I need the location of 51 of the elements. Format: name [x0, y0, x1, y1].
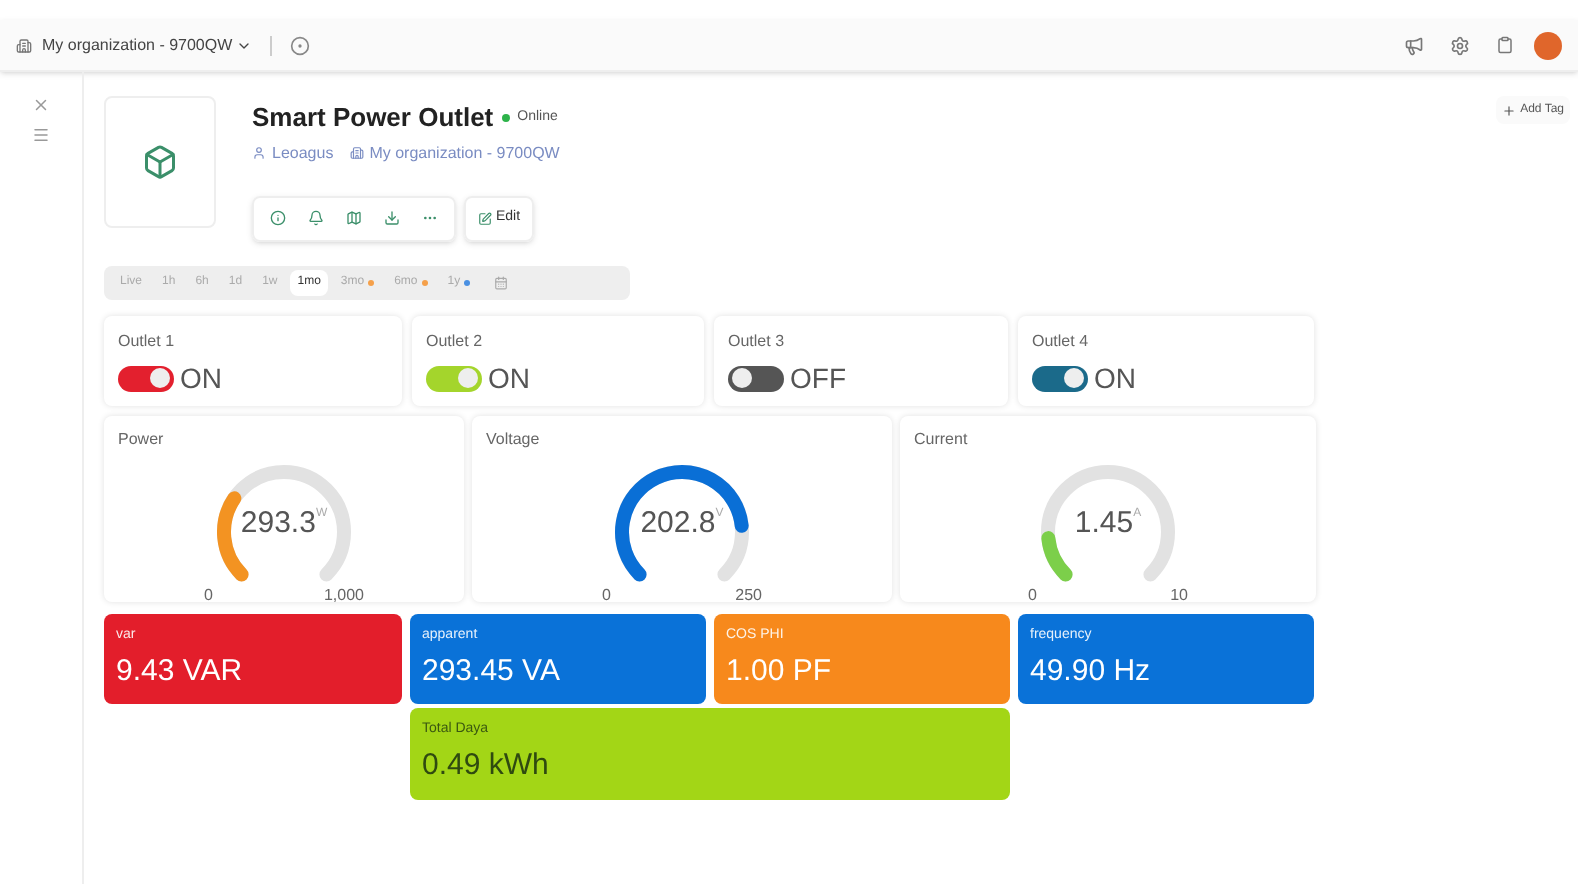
gauge-label: Voltage	[486, 427, 542, 451]
outlet-label: Outlet 1	[118, 329, 177, 353]
outlet-switch[interactable]	[1032, 365, 1088, 391]
gauge-value: 202.8	[640, 507, 716, 537]
bell-icon[interactable]	[308, 210, 324, 226]
gauge-label: Power	[118, 427, 166, 451]
avatar[interactable]	[1534, 31, 1562, 59]
gauge-value: 1.45	[1074, 507, 1134, 537]
cube-icon	[142, 144, 178, 180]
map-icon[interactable]	[346, 210, 362, 226]
gauge-min: 0	[204, 583, 213, 607]
settings-icon[interactable]	[1450, 35, 1470, 55]
outlet-label: Outlet 3	[728, 329, 787, 353]
metric-value: 293.45 VA	[422, 652, 562, 692]
gauge-label: Current	[914, 427, 970, 451]
download-icon[interactable]	[384, 210, 400, 226]
outlet-switch[interactable]	[118, 365, 174, 391]
close-icon[interactable]	[32, 96, 50, 114]
metric-value: 1.00 PF	[726, 652, 834, 692]
owner-link[interactable]: Leoagus	[272, 141, 334, 165]
calendar-icon[interactable]	[494, 275, 509, 289]
gauge-max: 10	[1170, 583, 1188, 607]
outlet-state: ON	[488, 359, 530, 397]
megaphone-icon[interactable]	[1404, 35, 1424, 55]
building-icon	[349, 146, 364, 160]
outlet-label: Outlet 4	[1032, 329, 1091, 353]
info-icon[interactable]	[270, 210, 286, 226]
gauge-max: 250	[735, 583, 762, 607]
metric-value: 9.43 VAR	[116, 652, 245, 692]
menu-icon[interactable]	[32, 126, 50, 144]
gauge-value: 293.3	[240, 507, 316, 537]
outlet-state: OFF	[790, 359, 846, 397]
metric-value: 49.90 Hz	[1030, 652, 1153, 692]
circle-icon[interactable]	[290, 35, 311, 55]
user-icon	[252, 146, 266, 160]
organization-selector[interactable]: My organization - 9700QW	[42, 33, 253, 57]
outlet-state: ON	[180, 359, 222, 397]
gauge-min: 0	[602, 583, 611, 607]
gauge-min: 0	[1028, 583, 1037, 607]
gauge-max: 1,000	[323, 583, 364, 607]
edit-icon	[478, 211, 492, 225]
device-title: Smart Power Outlet	[252, 100, 494, 136]
organization-link[interactable]: My organization - 9700QW	[369, 141, 560, 165]
metric-value: 0.49 kWh	[422, 746, 551, 786]
outlet-state: ON	[1094, 359, 1136, 397]
outlet-switch[interactable]	[426, 365, 482, 391]
outlet-switch[interactable]	[728, 365, 784, 391]
outlet-label: Outlet 2	[426, 329, 485, 353]
plus-icon	[1502, 103, 1517, 117]
clipboard-icon[interactable]	[1496, 36, 1514, 54]
building-icon	[16, 37, 32, 53]
